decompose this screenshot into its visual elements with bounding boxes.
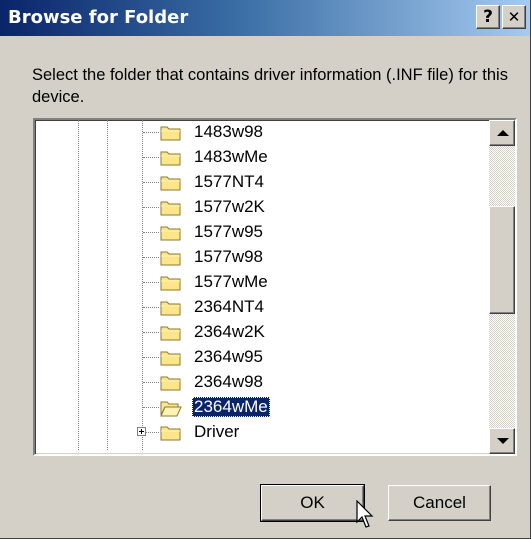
tree-item[interactable]: Driver (35, 420, 515, 445)
tree-item-label: 2364w2K (194, 322, 265, 341)
folder-icon (160, 376, 181, 391)
close-icon: ✕ (507, 8, 521, 26)
dialog-title: Browse for Folder (8, 7, 189, 28)
tree-item[interactable]: 2364wMe (35, 395, 515, 420)
arrow-up-icon (497, 130, 509, 136)
folder-icon (160, 426, 181, 441)
folder-icon (160, 301, 181, 316)
tree-item-label: 1577NT4 (194, 172, 264, 191)
tree-item[interactable]: 1577w2K (35, 195, 515, 220)
tree-item-label: 2364w95 (194, 347, 264, 366)
tree-item[interactable]: 1483w98 (35, 120, 515, 145)
tree-item[interactable]: 1577wMe (35, 270, 515, 295)
scroll-down-button[interactable] (489, 428, 515, 454)
tree-item[interactable]: 2364w95 (35, 345, 515, 370)
tree-item-label: 1577w2K (194, 197, 265, 216)
tree-connector (143, 282, 159, 283)
mouse-pointer-icon (356, 500, 374, 528)
tree-item[interactable]: 1483wMe (35, 145, 515, 170)
tree-connector (143, 382, 159, 383)
tree-connector (143, 332, 159, 333)
folder-icon (160, 351, 181, 366)
tree-connector (143, 257, 159, 258)
instruction-text: Select the folder that contains driver i… (32, 66, 508, 106)
tree-connector (143, 207, 159, 208)
tree-item[interactable]: 1577w95 (35, 220, 515, 245)
folder-icon (160, 176, 181, 191)
arrow-down-icon (497, 438, 509, 444)
folder-icon (160, 201, 181, 216)
title-bar[interactable]: Browse for Folder ? ✕ (0, 0, 530, 36)
tree-item[interactable]: 2364w98 (35, 370, 515, 395)
tree-connector (143, 307, 159, 308)
scroll-up-button[interactable] (489, 120, 515, 146)
tree-item[interactable]: 2364w2K (35, 320, 515, 345)
tree-item-label: 2364w98 (194, 372, 264, 391)
ok-button[interactable]: OK (260, 484, 365, 522)
folder-icon (160, 151, 181, 166)
browse-for-folder-dialog: Browse for Folder ? ✕ Select the folder … (0, 0, 531, 539)
tree-item-label: 2364wMe (192, 397, 270, 417)
close-button[interactable]: ✕ (502, 5, 526, 29)
cancel-label: Cancel (413, 493, 466, 512)
tree-item-label: Driver (194, 422, 240, 441)
tree-connector (143, 357, 159, 358)
tree-item-label: 1483w98 (194, 122, 264, 141)
folder-icon (160, 226, 181, 241)
folder-icon (160, 251, 181, 266)
tree-item-label: 1577wMe (194, 272, 268, 291)
vertical-scrollbar[interactable] (489, 120, 515, 454)
help-button[interactable]: ? (476, 5, 500, 29)
folder-icon (160, 276, 181, 291)
tree-connector (143, 182, 159, 183)
folder-icon (160, 326, 181, 341)
tree-item-label: 2364NT4 (194, 297, 264, 316)
tree-connector (143, 232, 159, 233)
folder-icon (160, 126, 181, 141)
ok-label: OK (300, 493, 325, 512)
tree-item-label: 1483wMe (194, 147, 268, 166)
tree-item-label: 1577w95 (194, 222, 264, 241)
expand-plus-icon[interactable] (137, 427, 146, 436)
tree-item[interactable]: 1577NT4 (35, 170, 515, 195)
tree-connector (143, 407, 159, 408)
tree-connector (143, 132, 159, 133)
scroll-thumb[interactable] (489, 206, 515, 314)
cancel-button[interactable]: Cancel (388, 485, 491, 521)
open-folder-icon (160, 401, 182, 417)
tree-connector (143, 157, 159, 158)
tree-item-label: 1577w98 (194, 247, 264, 266)
tree-item[interactable]: 2364NT4 (35, 295, 515, 320)
folder-tree[interactable]: 1483w98 1483wMe 1577NT4 1577w2K 1577w95 1577w… (33, 118, 517, 456)
tree-item[interactable]: 1577w98 (35, 245, 515, 270)
